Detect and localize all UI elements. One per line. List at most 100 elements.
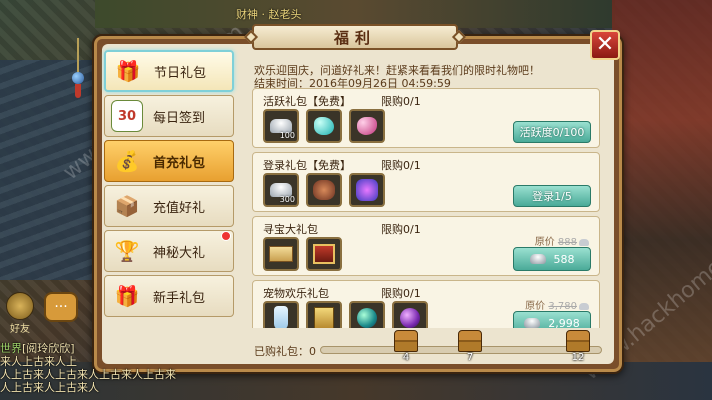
chat-log: 世界[阅玲欣欣] 来人上古来人上 人上古来人上古来人上古来人上古来 人上古来人上古来人 [0, 342, 230, 394]
purchase-limit: 限购0/1 [381, 287, 421, 300]
sidebar-item-label: 神秘大礼 [153, 245, 206, 261]
red-box-icon [313, 244, 335, 264]
chat-channel: 世界 [0, 342, 22, 355]
silver-ingot-icon [579, 238, 589, 246]
reward-slot[interactable] [306, 173, 342, 207]
silver-ingot-icon [529, 254, 546, 264]
purchase-limit: 限购0/1 [381, 95, 421, 108]
money-bag-icon: 💰 [114, 149, 140, 173]
sidebar-item-label: 每日签到 [153, 110, 206, 126]
reward-slot[interactable] [349, 173, 385, 207]
sidebar-item[interactable]: 🎁 节日礼包 [104, 50, 234, 92]
buy-button[interactable]: 588 [513, 247, 591, 271]
chat-line: 人上古来人上古来人上古来人上古来 [0, 368, 230, 381]
friend-icon [6, 292, 34, 320]
chat-text: 人上古来人上古来人 [0, 381, 99, 394]
milestone-count: 12 [571, 352, 585, 363]
claim-button[interactable]: 登录1/5 [513, 185, 591, 207]
sidebar-item[interactable]: 💰 首充礼包 [104, 140, 234, 182]
green-orb-icon [357, 308, 377, 328]
hanging-ornament-icon [72, 38, 84, 98]
close-button[interactable]: ✕ [590, 30, 620, 60]
chat-line: 来人上古来人上 [0, 355, 230, 368]
original-price: 原价 888 [535, 233, 589, 248]
buy-button[interactable]: 2,998 [513, 311, 591, 328]
pack-name: 寻宝大礼包 [263, 223, 318, 236]
reward-items: 300 [263, 173, 385, 207]
beast-icon [313, 180, 335, 200]
pack-card: 登录礼包【免费】 限购0/1 300 登录1/5 [252, 152, 600, 212]
original-price: 原价 3,780 [525, 297, 589, 312]
item-count: 100 [279, 131, 295, 140]
pack-card: 活跃礼包【免费】 限购0/1 100 活跃度0/100 [252, 88, 600, 148]
reward-items [263, 237, 342, 271]
golden-chest-icon: 🏆 [114, 239, 140, 263]
pack-card: 宠物欢乐礼包 限购0/1 原价 3,780 2,998 [252, 280, 600, 328]
scroll-icon [269, 246, 293, 262]
sidebar-item-label: 首充礼包 [153, 155, 206, 171]
buy-price: 588 [553, 252, 575, 266]
sidebar-item[interactable]: 30 每日签到 [104, 95, 234, 137]
sidebar-item-label: 充值好礼 [153, 200, 206, 216]
reward-slot[interactable]: 100 [263, 109, 299, 143]
purchased-count: 已购礼包：0 [254, 345, 316, 358]
friend-button[interactable]: 好友 [2, 292, 38, 336]
item-count: 300 [279, 195, 295, 204]
pack-name: 活跃礼包【免费】 [263, 95, 351, 108]
reward-slot[interactable] [306, 237, 342, 271]
pack-name: 宠物欢乐礼包 [263, 287, 329, 300]
reward-slot[interactable] [263, 301, 299, 328]
sidebar-item[interactable]: 📦 充值好礼 [104, 185, 234, 227]
sidebar-item-label: 节日礼包 [154, 65, 207, 81]
npc-name: 财神 · 赵老头 [236, 8, 302, 21]
chat-text: 人上古来人上古来人上古来人上古来 [0, 368, 176, 381]
treasure-chest-icon: 📦 [114, 194, 140, 218]
pack-name: 登录礼包【免费】 [263, 159, 351, 172]
reward-slot[interactable] [263, 237, 299, 271]
purchase-limit: 限购0/1 [381, 159, 421, 172]
present-icon: 🎁 [114, 284, 140, 308]
milestone-count: 4 [402, 352, 410, 363]
calendar-icon: 30 [111, 100, 143, 132]
bottle-icon [274, 306, 288, 328]
pack-list[interactable]: 活跃礼包【免费】 限购0/1 100 活跃度0/100 登录礼包【免费】 限购0/1 300… [252, 88, 600, 328]
event-info: 欢乐迎国庆，问道好礼来！赶紧来看看我们的限时礼物吧！ 结束时间：2016年09月… [254, 64, 540, 90]
purchase-limit: 限购0/1 [381, 223, 421, 236]
gift-box-icon: 🎁 [115, 59, 141, 83]
event-description: 欢乐迎国庆，问道好礼来！赶紧来看看我们的限时礼物吧！ [254, 64, 540, 77]
book-icon [314, 307, 334, 328]
reward-slot[interactable] [349, 301, 385, 328]
treasure-chest-icon [566, 330, 590, 352]
reward-slot[interactable] [306, 301, 342, 328]
pink-gem-icon [357, 117, 377, 135]
chat-line: 世界[阅玲欣欣] [0, 342, 230, 355]
reward-slot[interactable] [306, 109, 342, 143]
reward-slot[interactable]: 300 [263, 173, 299, 207]
sidebar-item-label: 新手礼包 [153, 290, 206, 306]
milestone-chest[interactable]: 7 [456, 330, 484, 363]
reward-items: 100 [263, 109, 385, 143]
chat-button[interactable]: ··· [44, 292, 78, 322]
friend-label: 好友 [10, 324, 30, 335]
panel-title-bar: 福利 [243, 24, 467, 50]
mask-icon [356, 179, 378, 201]
claim-button[interactable]: 活跃度0/100 [513, 121, 591, 143]
cyan-gem-icon [314, 117, 334, 135]
reward-slot[interactable] [392, 301, 428, 328]
reward-slot[interactable] [349, 109, 385, 143]
panel-title: 福利 [333, 28, 376, 47]
chat-text: [阅玲欣欣] [22, 342, 75, 355]
milestone-chest[interactable]: 4 [392, 330, 420, 363]
milestone-count: 7 [466, 352, 474, 363]
notification-dot [221, 231, 231, 241]
milestone-chest[interactable]: 12 [564, 330, 592, 363]
purple-orb-icon [400, 308, 420, 328]
pack-card: 寻宝大礼包 限购0/1 原价 888 588 [252, 216, 600, 276]
chat-bubble-icon: ··· [54, 299, 68, 315]
chat-line: 人上古来人上古来人 [0, 381, 230, 394]
reward-items [263, 301, 428, 328]
sidebar-item[interactable]: 🏆 神秘大礼 [104, 230, 234, 272]
sidebar-item[interactable]: 🎁 新手礼包 [104, 275, 234, 317]
silver-ingot-icon [579, 302, 589, 310]
buy-price: 2,998 [548, 316, 580, 329]
